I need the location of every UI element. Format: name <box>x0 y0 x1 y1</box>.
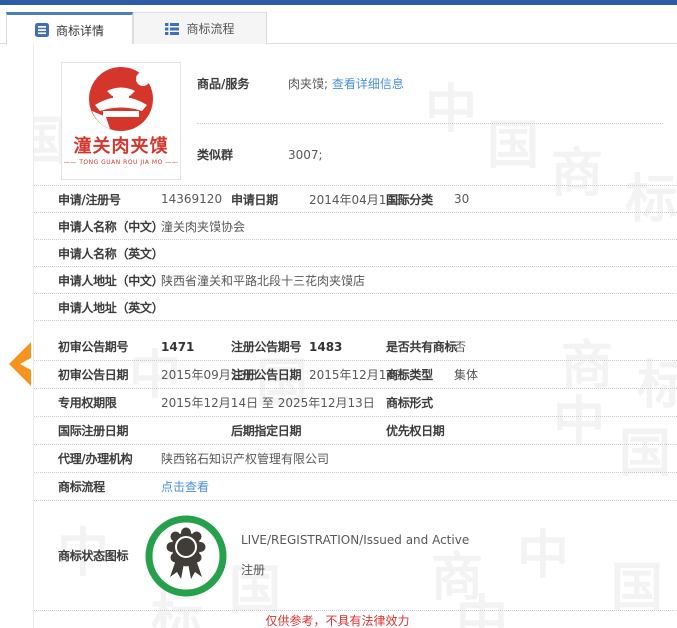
field-label: 代理/办理机构 <box>58 450 161 467</box>
tab-trademark-process[interactable]: 商标流程 <box>133 12 267 44</box>
field-label: 初审公告期号 <box>58 338 161 355</box>
field-label: 商标形式 <box>386 394 454 411</box>
field-label: 国际注册日期 <box>58 422 161 439</box>
collapse-left-arrow[interactable] <box>6 341 32 387</box>
field-value: 潼关肉夹馍协会 <box>161 218 245 235</box>
field-label: 申请日期 <box>231 191 309 208</box>
table-row-validity: 专用权期限 2015年12月14日 至 2025年12月13日 商标形式 <box>34 389 677 417</box>
field-value: 1471 <box>161 340 231 354</box>
top-blue-bar <box>0 0 677 5</box>
field-label: 申请/注册号 <box>58 191 161 208</box>
top-fields: 商品/服务 肉夹馍; 查看详细信息 类似群 3007; <box>197 44 663 185</box>
status-label: 商标状态图标 <box>58 547 144 564</box>
status-text: LIVE/REGISTRATION/Issued and Active 注册 <box>241 533 469 578</box>
goods-value: 肉夹馍; <box>288 75 328 92</box>
registered-badge-icon <box>144 514 228 598</box>
table-row-registration: 申请/注册号 14369120 申请日期 2014年04月14日 国际分类 30 <box>34 185 677 213</box>
process-list-icon <box>165 22 179 36</box>
table-row-status: 商标状态图标 <box>34 501 677 611</box>
table-row-agency: 代理/办理机构 陕西铭石知识产权管理有限公司 <box>34 445 677 473</box>
panel-content: 潼关肉夹馍 —— TONG GUAN ROU JIA MO —— 商品/服务 肉… <box>34 44 677 628</box>
field-value: 陕西省潼关和平路北段十三花肉夹馍店 <box>161 272 365 289</box>
goods-row: 商品/服务 肉夹馍; 查看详细信息 <box>197 44 663 124</box>
field-label: 是否共有商标 <box>386 338 454 355</box>
tab-details-label: 商标详情 <box>56 22 104 39</box>
similar-group-row: 类似群 3007; <box>197 124 663 185</box>
status-line-cn: 注册 <box>241 561 469 578</box>
field-value: 集体 <box>454 366 478 383</box>
field-value: 否 <box>454 338 466 355</box>
table-row-applicant-addr-en: 申请人地址（英文） <box>34 294 677 321</box>
field-label: 申请人地址（中文） <box>58 272 161 289</box>
top-section: 潼关肉夹馍 —— TONG GUAN ROU JIA MO —— 商品/服务 肉… <box>34 44 677 185</box>
tab-trademark-details[interactable]: 商标详情 <box>6 12 133 45</box>
field-label: 申请人名称（英文） <box>58 245 161 262</box>
table-row-applicant-name-cn: 申请人名称（中文） 潼关肉夹馍协会 <box>34 213 677 240</box>
field-label: 商标流程 <box>58 478 161 495</box>
field-label: 商标类型 <box>386 366 454 383</box>
field-value: 2014年04月14日 <box>309 191 386 208</box>
field-value: 2015年12月14日 至 2025年12月13日 <box>161 394 386 411</box>
goods-detail-link[interactable]: 查看详细信息 <box>332 75 404 92</box>
logo-latin-text: —— TONG GUAN ROU JIA MO —— <box>62 159 180 166</box>
field-label: 专用权期限 <box>58 394 161 411</box>
table-row-publication-dates: 初审公告日期 2015年09月13日 注册公告日期 2015年12月14日 商标… <box>34 361 677 389</box>
field-value: 陕西铭石知识产权管理有限公司 <box>161 450 329 467</box>
disclaimer-text: 仅供参考，不具有法律效力 <box>16 611 659 628</box>
trademark-logo: 潼关肉夹馍 —— TONG GUAN ROU JIA MO —— <box>61 62 181 180</box>
field-label: 初审公告日期 <box>58 366 161 383</box>
trademark-logo-emblem <box>66 63 176 133</box>
table-row-applicant-addr-cn: 申请人地址（中文） 陕西省潼关和平路北段十三花肉夹馍店 <box>34 267 677 294</box>
logo-name-text: 潼关肉夹馍 <box>62 138 180 156</box>
chevron-left-icon <box>9 342 31 386</box>
field-value: 2015年09月13日 <box>161 366 231 383</box>
field-label: 申请人地址（英文） <box>58 299 161 316</box>
field-label: 注册公告期号 <box>231 338 309 355</box>
table-row-international: 国际注册日期 后期指定日期 优先权日期 <box>34 417 677 445</box>
goods-label: 商品/服务 <box>197 75 288 92</box>
details-doc-icon <box>35 23 49 37</box>
table-row-flow: 商标流程 点击查看 <box>34 473 677 501</box>
tab-bar: 商标详情 商标流程 <box>0 12 677 44</box>
field-value: 1483 <box>309 340 386 354</box>
similar-group-value: 3007; <box>288 148 323 162</box>
field-value: 14369120 <box>161 192 231 206</box>
field-label: 注册公告日期 <box>231 366 309 383</box>
detail-panel: 国 中 国 商 标 中 国 商 标 中 国 中 国 商 中 国 标 中 <box>33 44 677 628</box>
field-value: 30 <box>454 192 469 206</box>
field-value: 2015年12月14日 <box>309 366 386 383</box>
trademark-detail-screen: 商标详情 商标流程 <box>0 0 677 628</box>
field-label: 后期指定日期 <box>231 422 309 439</box>
table-row-applicant-name-en: 申请人名称（英文） <box>34 240 677 267</box>
status-line-en: LIVE/REGISTRATION/Issued and Active <box>241 533 469 547</box>
field-label: 申请人名称（中文） <box>58 218 161 235</box>
similar-group-label: 类似群 <box>197 146 288 163</box>
detail-rows: 申请/注册号 14369120 申请日期 2014年04月14日 国际分类 30… <box>34 185 677 628</box>
flow-view-link[interactable]: 点击查看 <box>161 478 209 495</box>
field-label: 优先权日期 <box>386 422 454 439</box>
table-row-first-publication: 初审公告期号 1471 注册公告期号 1483 是否共有商标 否 <box>34 321 677 361</box>
tab-process-label: 商标流程 <box>186 20 234 37</box>
field-label: 国际分类 <box>386 191 454 208</box>
